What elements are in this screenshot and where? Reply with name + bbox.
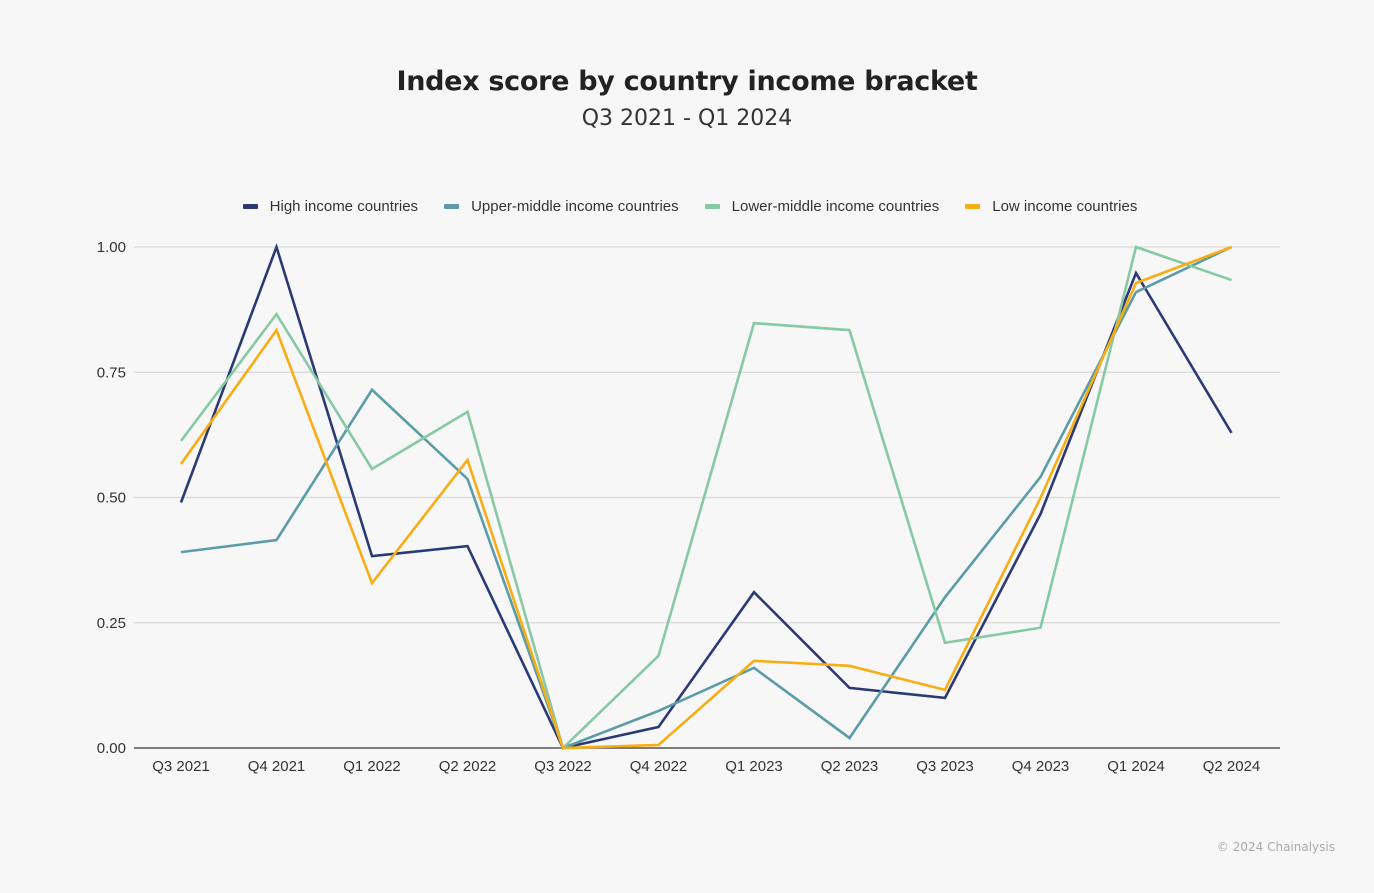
y-tick-label: 1.00	[97, 239, 126, 256]
y-tick-label: 0.00	[97, 740, 126, 757]
x-tick-label: Q2 2022	[439, 758, 497, 775]
x-tick-label: Q3 2021	[152, 758, 210, 775]
copyright-footer: © 2024 Chainalysis	[1216, 840, 1335, 854]
x-tick-label: Q1 2023	[725, 758, 783, 775]
x-tick-label: Q1 2022	[343, 758, 401, 775]
gridlines	[134, 246, 1280, 749]
x-axis-ticks: Q3 2021 Q4 2021 Q1 2022 Q2 2022 Q3 2022 Q4 20…	[152, 758, 1260, 775]
y-axis-ticks: 0.00 0.25 0.50 0.75 1.00	[97, 239, 126, 757]
x-tick-label: Q2 2024	[1203, 758, 1261, 775]
x-tick-label: Q4 2022	[630, 758, 688, 775]
x-tick-label: Q2 2023	[821, 758, 879, 775]
x-tick-label: Q3 2023	[916, 758, 974, 775]
x-tick-label: Q3 2022	[534, 758, 592, 775]
x-tick-label: Q4 2023	[1012, 758, 1070, 775]
x-tick-label: Q1 2024	[1107, 758, 1165, 775]
y-tick-label: 0.75	[97, 364, 126, 381]
y-tick-label: 0.25	[97, 615, 126, 632]
y-tick-label: 0.50	[97, 490, 126, 507]
plot-area: 0.00 0.25 0.50 0.75 1.00 Q3 2021 Q4 2021 Q1 20…	[97, 239, 1280, 775]
x-tick-label: Q4 2021	[248, 758, 306, 775]
